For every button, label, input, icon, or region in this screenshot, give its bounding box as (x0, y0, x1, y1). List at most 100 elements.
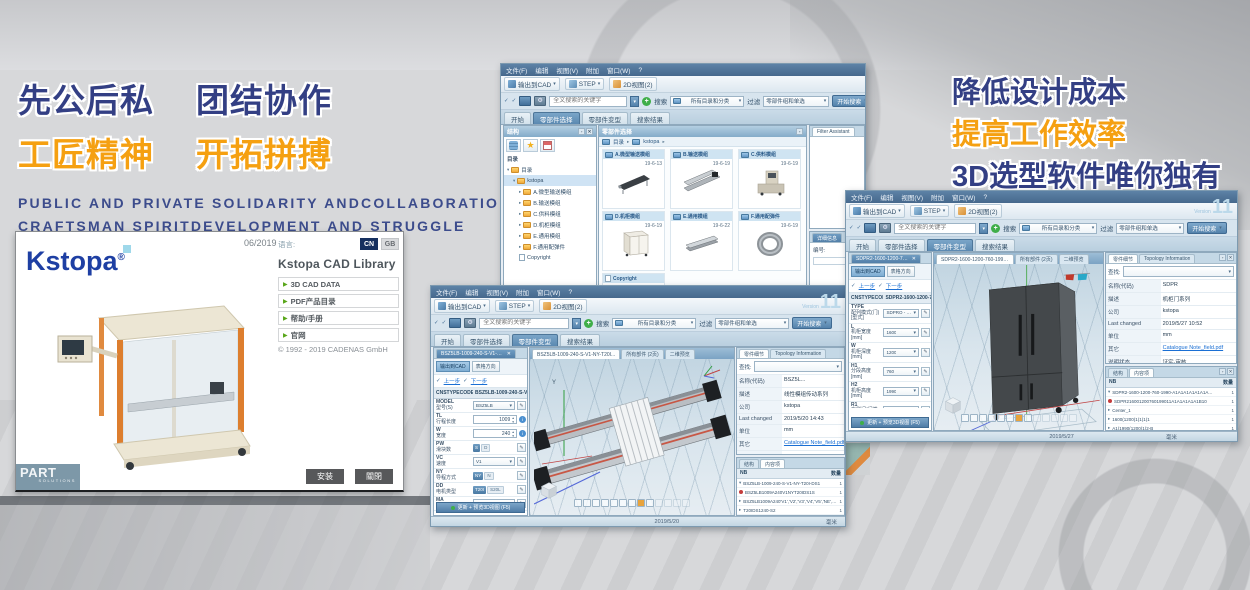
tab-part-code[interactable]: SDPR2-1600-1200-760-1990-ACL...✕ (851, 254, 921, 263)
tree-item-copyright[interactable]: Copyright (504, 252, 596, 263)
expander-icon[interactable]: ▸ (519, 244, 521, 250)
expander-icon[interactable]: ▾ (507, 167, 509, 173)
minimize-icon[interactable]: ▫ (796, 128, 803, 135)
tab-start[interactable]: 开始 (434, 334, 461, 346)
filter-scope-dropdown[interactable]: 零部件组和单选▾ (1116, 223, 1184, 234)
next-step-link[interactable]: 下一步 (471, 377, 488, 385)
menu-item-website[interactable]: ▶官网 (278, 328, 399, 342)
search-settings-button[interactable]: ⚙ (534, 96, 546, 106)
tab-part-variant[interactable]: 零部件变型 (927, 239, 974, 251)
toggle-option[interactable]: D (481, 444, 490, 452)
2d-views-button[interactable]: 2D视图(2) (954, 204, 1001, 218)
viewport-tool-button[interactable] (574, 499, 582, 507)
export-cad-button[interactable]: 输出到CAD▾ (434, 299, 490, 313)
tree-item-root[interactable]: ▾目录 (504, 164, 596, 175)
favorites-button[interactable]: ★ (523, 139, 538, 152)
viewport-tool-button[interactable] (646, 499, 654, 507)
menu-edit[interactable]: 编辑 (880, 192, 893, 202)
menu-view[interactable]: 视图(V) (556, 65, 578, 75)
tab-structure[interactable]: 结构 (739, 459, 759, 468)
tab-part-detail[interactable]: 零件细节 (739, 349, 769, 358)
tab-search-results[interactable]: 搜索结果 (975, 239, 1015, 251)
toggle-option[interactable]: N (484, 472, 493, 480)
spinner-icons[interactable]: ▴▾ (512, 430, 514, 438)
expander-icon[interactable]: ▸ (739, 498, 741, 504)
find-dropdown[interactable]: ▾ (1123, 266, 1234, 277)
tab-model-3d[interactable]: SDPR2-1600-1200-760-1990-ACL (936, 254, 1014, 264)
viewport-tool-button[interactable] (583, 499, 591, 507)
search-mode-button[interactable] (864, 223, 876, 233)
edit-icon[interactable]: ✎ (517, 443, 526, 452)
search-mode-button[interactable] (519, 96, 531, 106)
tile-a[interactable]: A.微型输送模组 19-6-13 (602, 149, 665, 209)
breadcrumb-kstopa[interactable]: kstopa (643, 139, 659, 145)
viewport-tool-button[interactable] (637, 499, 645, 507)
menu-file[interactable]: 文件(F) (506, 65, 527, 75)
toggle-option[interactable]: NY (473, 472, 483, 480)
close-button[interactable]: 關閉 (355, 469, 393, 484)
expander-icon[interactable]: ▾ (1108, 389, 1110, 395)
tab-part-code[interactable]: BSZ5LB-1009-240-S-V1-NY-T20I...✕ (436, 349, 516, 358)
menu-window[interactable]: 窗口(W) (537, 287, 560, 297)
menu-window[interactable]: 窗口(W) (607, 65, 630, 75)
content-row[interactable]: ▾SDPR2-1600-1200-760-1990-A1A1A1A1A1A1A.… (1106, 388, 1236, 397)
2d-views-button[interactable]: 2D视图(2) (539, 299, 586, 313)
check-icon[interactable]: ✓ (434, 320, 439, 326)
viewport-tool-button[interactable] (997, 414, 1005, 422)
height2-select[interactable]: 1990▾ (883, 387, 919, 396)
tree-item-kstopa[interactable]: ▾kstopa (504, 175, 596, 186)
tab-part-selection[interactable]: 零部件选择 (533, 112, 580, 124)
tile-e[interactable]: E.通用模组 19-6-22 (670, 211, 733, 271)
expander-icon[interactable]: ▸ (739, 507, 741, 513)
viewport-tool-button[interactable] (592, 499, 600, 507)
start-search-button[interactable]: 开始搜索▾ (832, 95, 865, 107)
search-settings-button[interactable]: ⚙ (464, 318, 476, 328)
close-icon[interactable]: ✕ (1227, 254, 1234, 261)
tree-item[interactable]: ▸E.通用模组 (504, 230, 596, 241)
tab-2d-preview[interactable]: 二维预览 (1059, 254, 1089, 264)
expander-icon[interactable]: ▾ (739, 480, 741, 486)
close-icon[interactable]: ✕ (1227, 368, 1234, 375)
navigation-cube[interactable] (942, 394, 964, 416)
check-icon[interactable]: ✓ (442, 320, 447, 326)
tab-structure[interactable]: 结构 (1108, 368, 1128, 377)
menu-item-3d-cad-data[interactable]: ▶3D CAD DATA (278, 277, 399, 291)
tree-item[interactable]: ▸A.微型输送模组 (504, 186, 596, 197)
expander-icon[interactable]: ▸ (519, 222, 521, 228)
expander-icon[interactable]: ▾ (513, 178, 515, 184)
viewport-tool-button[interactable] (601, 499, 609, 507)
filter-scope-dropdown[interactable]: 零部件组和单选▾ (715, 318, 789, 329)
tab-model-3d[interactable]: BSZ5LB-1009-240-S-V1-NY-T20I... (532, 349, 620, 359)
step-format-button[interactable]: STEP▾ (565, 78, 605, 90)
search-input[interactable] (894, 223, 976, 234)
edit-icon[interactable]: ✎ (517, 485, 526, 494)
edit-icon[interactable]: ✎ (921, 367, 930, 376)
check-icon[interactable]: ✓ (849, 225, 854, 231)
table-direction-button[interactable]: 表格方向 (472, 361, 500, 372)
check-icon[interactable]: ✓ (512, 98, 517, 104)
viewport-tool-button[interactable] (1024, 414, 1032, 422)
navigation-cube[interactable] (538, 479, 560, 501)
viewport-tool-button[interactable] (1006, 414, 1014, 422)
edit-icon[interactable]: ✎ (921, 406, 930, 408)
menu-extras[interactable]: 附加 (586, 65, 599, 75)
tab-all-parts[interactable]: 所有部件 (2页) (621, 349, 664, 359)
close-icon[interactable]: ✕ (912, 256, 916, 262)
edit-icon[interactable]: ✎ (921, 328, 930, 337)
tree-item[interactable]: ▸C.供料模组 (504, 208, 596, 219)
expander-icon[interactable]: ▸ (1108, 407, 1110, 413)
breadcrumb-root[interactable]: 目录 (613, 138, 624, 146)
viewport-tool-button[interactable] (619, 499, 627, 507)
check-icon[interactable]: ✓ (436, 378, 441, 384)
tab-2d-preview[interactable]: 二维预览 (665, 349, 695, 359)
tab-filter-assistant[interactable]: Filter Assistant (812, 127, 855, 136)
check-icon[interactable]: ✓ (463, 378, 468, 384)
tile-c[interactable]: C.供料模组 19-6-19 (738, 149, 801, 209)
find-dropdown[interactable]: ▾ (754, 361, 842, 372)
content-row[interactable]: ▾BSZ5LB-1009-240-S-V1-NY-T20I-DS11 (737, 479, 844, 488)
check-icon[interactable]: ✓ (504, 98, 509, 104)
tab-part-variant[interactable]: 零部件变型 (582, 112, 629, 124)
viewport-tool-button[interactable] (979, 414, 987, 422)
edit-icon[interactable]: ✎ (517, 457, 526, 466)
menu-item-help-manual[interactable]: ▶帮助/手册 (278, 311, 399, 325)
